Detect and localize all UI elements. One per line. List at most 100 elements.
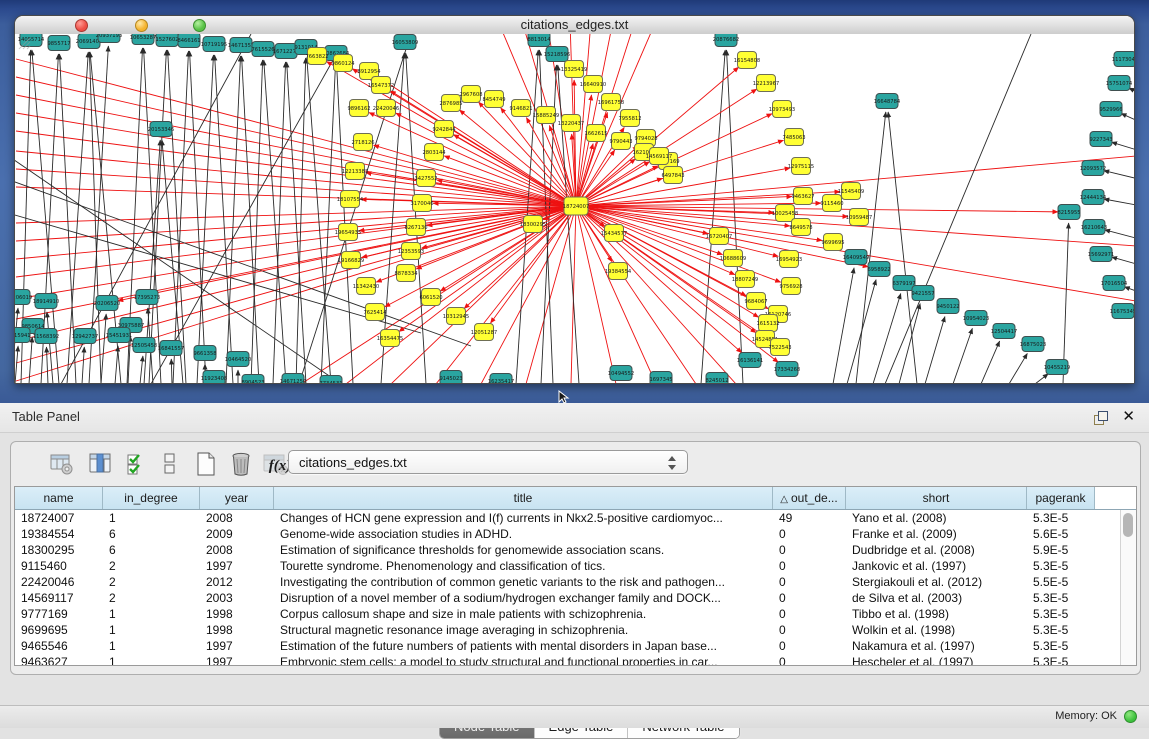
graph-node[interactable]: 9661358 [193,346,216,361]
table-cell[interactable]: Franke et al. (2009) [846,526,1027,542]
graph-node[interactable]: 14671355 [228,38,254,53]
table-cell[interactable]: 2 [103,558,200,574]
graph-node[interactable]: 2803144 [422,144,446,161]
graph-node[interactable]: 10959487 [846,209,872,226]
graph-node[interactable]: 20937193 [96,34,122,43]
table-cell[interactable]: Stergiakouli et al. (2012) [846,574,1027,590]
citation-network-graph[interactable]: 1405571498557172069140620937193106532871… [15,34,1134,383]
graph-node[interactable]: 9756928 [779,278,802,295]
table-cell[interactable]: 0 [773,638,846,654]
graph-node[interactable]: 17334268 [774,362,800,377]
table-cell[interactable]: 2 [103,574,200,590]
table-cell[interactable]: 0 [773,542,846,558]
table-cell[interactable]: 0 [773,622,846,638]
attribute-table[interactable]: namein_degreeyeartitle△out_de...shortpag… [14,486,1137,666]
graph-node[interactable]: 8813014 [527,34,551,47]
graph-node[interactable]: 6958922 [867,262,890,277]
graph-node[interactable]: 10312945 [443,308,469,325]
graph-node[interactable]: 16235417 [488,374,514,384]
graph-node[interactable]: 17016504 [1101,276,1128,291]
graph-node[interactable]: 19654935 [335,224,361,241]
table-cell[interactable]: Wolkin et al. (1998) [846,622,1027,638]
graph-node[interactable]: 9790443 [609,133,632,150]
table-cell[interactable]: Estimation of significance thresholds fo… [274,542,773,558]
graph-node[interactable]: 2718126 [351,134,374,151]
graph-node[interactable]: 21206019 [15,290,32,305]
column-header-year[interactable]: year [200,487,274,509]
table-vertical-scrollbar[interactable] [1120,510,1136,665]
table-cell[interactable]: Corpus callosum shape and size in male p… [274,606,773,622]
graph-node[interactable]: 12213383 [342,163,368,180]
table-cell[interactable]: 49 [773,510,846,526]
graph-node[interactable]: 12093572 [1080,161,1106,176]
graph-node[interactable]: 16053809 [392,35,418,50]
graph-node[interactable]: 10653287 [130,34,156,45]
new-table-icon[interactable] [191,449,221,479]
column-header-out_de[interactable]: △out_de... [773,487,846,509]
table-cell[interactable]: 6 [103,542,200,558]
table-cell[interactable]: 5.5E-5 [1027,574,1095,590]
graph-node[interactable]: 16547372 [368,77,394,94]
graph-node[interactable]: 6497843 [661,167,684,184]
graph-node[interactable]: 20153346 [148,122,174,137]
graph-node[interactable]: 17395273 [134,290,160,305]
graph-node[interactable]: 7522543 [768,339,791,356]
table-cell[interactable]: 5.3E-5 [1027,606,1095,622]
table-cell[interactable]: Disruption of a novel member of a sodium… [274,590,773,606]
graph-node[interactable]: 16409549 [843,250,869,265]
graph-node[interactable]: 3170046 [410,195,433,212]
graph-node[interactable]: 9227343 [1089,132,1112,147]
graph-node[interactable]: 7734531 [319,376,342,384]
graph-node[interactable]: 11342430 [353,278,379,295]
graph-node[interactable]: 9684067 [744,293,767,310]
graph-node[interactable]: 11545409 [838,183,864,200]
graph-node[interactable]: 8267130 [404,219,427,236]
graph-node[interactable]: 10688609 [720,250,746,267]
graph-node[interactable]: 7615526 [251,42,274,57]
table-cell[interactable]: 6 [103,526,200,542]
table-cell[interactable]: 0 [773,574,846,590]
graph-node[interactable]: 6061520 [419,289,442,306]
graph-node[interactable]: 9146821 [509,100,532,117]
select-columns-icon[interactable] [122,449,152,479]
graph-node[interactable]: 20876682 [713,34,739,47]
table-row[interactable]: 977716911998Corpus callosum shape and si… [15,606,1136,622]
table-cell[interactable]: 0 [773,526,846,542]
table-row[interactable]: 946362711997Embryonic stem cells: a mode… [15,654,1136,666]
table-cell[interactable]: 1 [103,638,200,654]
graph-node[interactable]: 1662615 [584,125,607,142]
graph-node[interactable]: 15434577 [601,225,627,242]
table-cell[interactable]: 1 [103,510,200,526]
table-cell[interactable]: 0 [773,606,846,622]
table-cell[interactable]: 9463627 [15,654,103,666]
close-panel-icon[interactable]: ✕ [1122,408,1135,426]
table-cell[interactable]: Embryonic stem cells: a model to study s… [274,654,773,666]
table-row[interactable]: 2242004622012Investigating the contribut… [15,574,1136,590]
table-selector-dropdown[interactable]: citations_edges.txt [288,450,688,474]
table-cell[interactable]: 5.9E-5 [1027,542,1095,558]
graph-node[interactable]: 16841557 [158,341,184,356]
table-cell[interactable]: Estimation of the future numbers of pati… [274,638,773,654]
graph-node[interactable]: 10464520 [225,352,251,367]
table-cell[interactable]: 0 [773,590,846,606]
graph-node[interactable]: 8215955 [1057,205,1080,220]
table-settings-icon[interactable] [47,449,77,479]
column-header-name[interactable]: name [15,487,103,509]
table-cell[interactable]: 1997 [200,638,274,654]
table-cell[interactable]: 1 [103,622,200,638]
table-cell[interactable]: 1997 [200,558,274,574]
graph-node[interactable]: 18107554 [337,191,364,208]
graph-node[interactable]: 22420046 [373,100,399,117]
graph-node[interactable]: 16210643 [1081,220,1107,235]
table-cell[interactable]: Tourette syndrome. Phenomenology and cla… [274,558,773,574]
table-row[interactable]: 1872400712008Changes of HCN gene express… [15,510,1136,526]
graph-node[interactable]: 16354475 [377,330,403,347]
table-row[interactable]: 1456911722003Disruption of a novel membe… [15,590,1136,606]
table-cell[interactable]: 9115460 [15,558,103,574]
table-row[interactable]: 946554611997Estimation of the future num… [15,638,1136,654]
table-cell[interactable]: 1998 [200,622,274,638]
table-cell[interactable]: 5.3E-5 [1027,654,1095,666]
graph-node[interactable]: 9860124 [331,55,355,72]
table-cell[interactable]: 2 [103,590,200,606]
graph-node[interactable]: 12504417 [991,324,1017,339]
